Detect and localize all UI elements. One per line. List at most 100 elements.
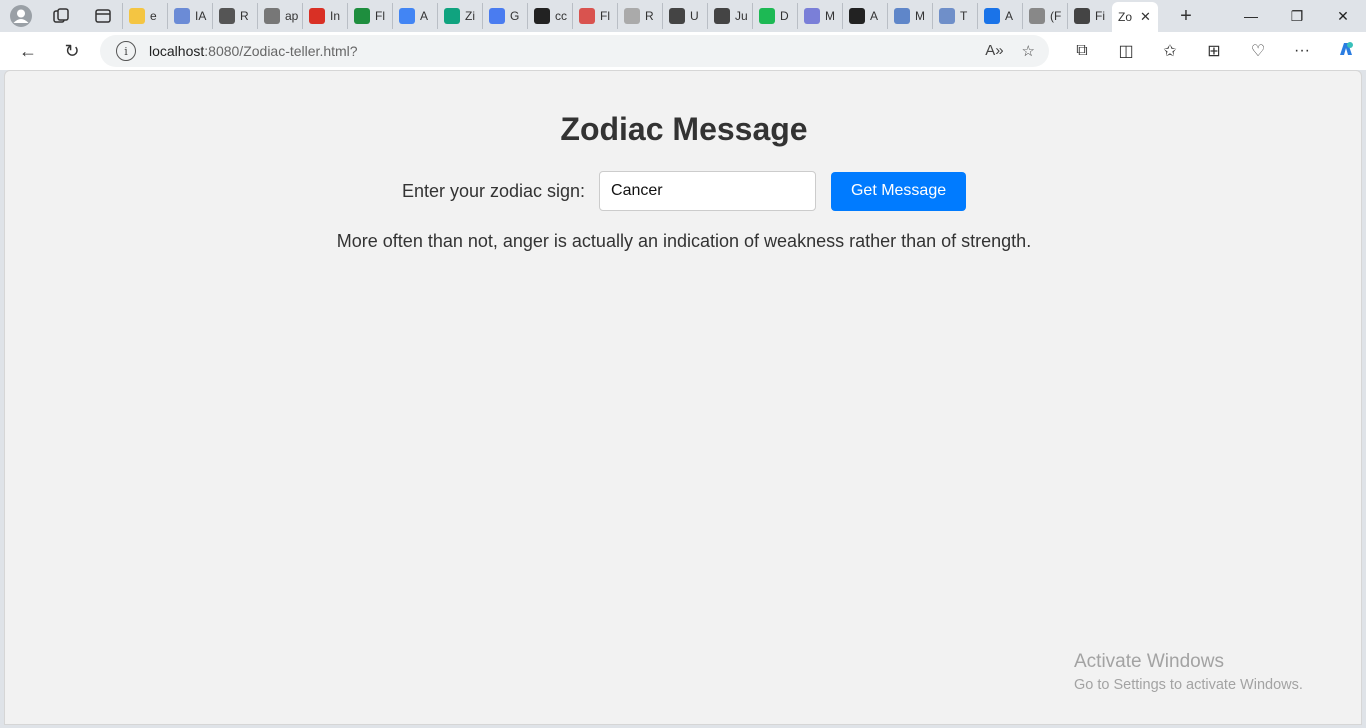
tab-label: IA [195, 9, 207, 23]
tab-label: Fl [600, 9, 610, 23]
split-screen-icon[interactable]: ◫ [1104, 41, 1148, 61]
close-icon[interactable]: ✕ [1140, 9, 1151, 25]
document-icon [264, 8, 280, 24]
tab-20[interactable]: (F [1022, 3, 1067, 29]
tab-label: Zi [465, 9, 475, 23]
tab-9[interactable]: cc [527, 3, 572, 29]
tab-6[interactable]: A [392, 3, 437, 29]
restore-icon[interactable]: ❐ [1274, 0, 1320, 32]
tab-19[interactable]: A [977, 3, 1022, 29]
tab-label: D [780, 9, 789, 23]
extensions-icon[interactable]: ⧉ [1060, 42, 1104, 60]
url-path: :8080/Zodiac-teller.html? [204, 43, 358, 59]
search-icon [984, 8, 1000, 24]
watermark-title: Activate Windows [1074, 651, 1224, 672]
profile-icon [669, 8, 685, 24]
github-icon [849, 8, 865, 24]
tab-label: M [915, 9, 925, 23]
tab-label: A [420, 9, 429, 23]
tab-label: cc [555, 9, 567, 23]
zodiac-form: Enter your zodiac sign: Get Message [5, 171, 1363, 211]
r-icon [1029, 8, 1045, 24]
tab-14[interactable]: D [752, 3, 797, 29]
tab-label: R [240, 9, 249, 23]
tab-label: M [825, 9, 835, 23]
globe-icon [624, 8, 640, 24]
tab-13[interactable]: Ju [707, 3, 752, 29]
pdf-icon [579, 8, 595, 24]
tab-label: A [1005, 9, 1014, 23]
tab-actions-icon[interactable] [88, 1, 118, 31]
image-icon [1074, 8, 1090, 24]
link-icon [219, 8, 235, 24]
tab-label: Fl [375, 9, 385, 23]
chatgpt-icon [444, 8, 460, 24]
globe-icon [939, 8, 955, 24]
docs-icon [399, 8, 415, 24]
gemini-icon [489, 8, 505, 24]
watermark-subtitle: Go to Settings to activate Windows. [1074, 677, 1303, 693]
tab-label: ap [285, 9, 299, 23]
lock-doc-icon [534, 8, 550, 24]
back-icon[interactable]: ← [10, 35, 46, 67]
profile-icon[interactable] [6, 1, 36, 31]
tab-8[interactable]: G [482, 3, 527, 29]
tab-label: R [645, 9, 654, 23]
tab-2[interactable]: R [212, 3, 257, 29]
workspaces-icon[interactable] [46, 1, 76, 31]
url-text[interactable]: localhost:8080/Zodiac-teller.html? [149, 43, 358, 59]
tab-15[interactable]: M [797, 3, 842, 29]
tab-16[interactable]: A [842, 3, 887, 29]
minimize-icon[interactable]: — [1228, 0, 1274, 32]
window-controls: — ❐ ✕ [1228, 0, 1366, 32]
tab-label: A [870, 9, 879, 23]
tab-label: Ju [735, 9, 748, 23]
site-info-icon[interactable]: i [116, 41, 136, 61]
folder-icon [129, 8, 145, 24]
zodiac-message: More often than not, anger is actually a… [336, 231, 1032, 251]
page-content: Zodiac Message Enter your zodiac sign: G… [4, 70, 1362, 725]
tab-label: T [960, 9, 968, 23]
tab-10[interactable]: Fl [572, 3, 617, 29]
tab-7[interactable]: Zi [437, 3, 482, 29]
activation-watermark: Activate Windows Go to Settings to activ… [1074, 651, 1303, 693]
new-tab-icon[interactable]: + [1172, 2, 1200, 30]
tab-active[interactable]: Zo ✕ [1112, 2, 1158, 32]
address-bar[interactable]: i localhost:8080/Zodiac-teller.html? A» … [100, 35, 1049, 67]
refresh-icon[interactable]: ↻ [54, 35, 90, 67]
profile-icon [714, 8, 730, 24]
tab-0[interactable]: e [122, 3, 167, 29]
browser-essentials-icon[interactable]: ♡ [1236, 41, 1280, 61]
tab-21[interactable]: Fi [1067, 3, 1112, 29]
copilot-icon[interactable] [1324, 39, 1366, 64]
favorite-star-icon[interactable]: ☆ [1022, 42, 1035, 60]
tab-3[interactable]: ap [257, 3, 302, 29]
tab-5[interactable]: Fl [347, 3, 392, 29]
hexagon-icon [804, 8, 820, 24]
get-message-button[interactable]: Get Message [831, 171, 967, 211]
tab-label: In [330, 9, 341, 23]
tab-18[interactable]: T [932, 3, 977, 29]
tab-label: e [150, 9, 157, 23]
window-close-icon[interactable]: ✕ [1320, 0, 1366, 32]
page-title: Zodiac Message [560, 111, 808, 147]
tab-label: U [690, 9, 699, 23]
collections-icon[interactable]: ⊞ [1192, 41, 1236, 61]
navigation-bar: ← ↻ i localhost:8080/Zodiac-teller.html?… [0, 32, 1366, 70]
tab-label: Fi [1095, 9, 1105, 23]
tab-4[interactable]: In [302, 3, 347, 29]
read-aloud-icon[interactable]: A» [985, 42, 1003, 60]
tab-1[interactable]: IA [167, 3, 212, 29]
spotify-icon [759, 8, 775, 24]
plus-icon [354, 8, 370, 24]
tab-bar: e IA Rap In Fl A Zi Gcc Fl R U Ju D M A M T A (F Fi Zo ✕ + … [0, 0, 1366, 32]
favorites-icon[interactable]: ✩ [1148, 41, 1192, 61]
more-menu-icon[interactable]: ··· [1280, 42, 1324, 60]
tab-12[interactable]: U [662, 3, 707, 29]
tab-17[interactable]: M [887, 3, 932, 29]
search-icon [894, 8, 910, 24]
url-host: localhost [149, 43, 205, 59]
zodiac-label: Enter your zodiac sign: [401, 180, 586, 201]
zodiac-input[interactable] [599, 171, 817, 211]
tab-11[interactable]: R [617, 3, 662, 29]
